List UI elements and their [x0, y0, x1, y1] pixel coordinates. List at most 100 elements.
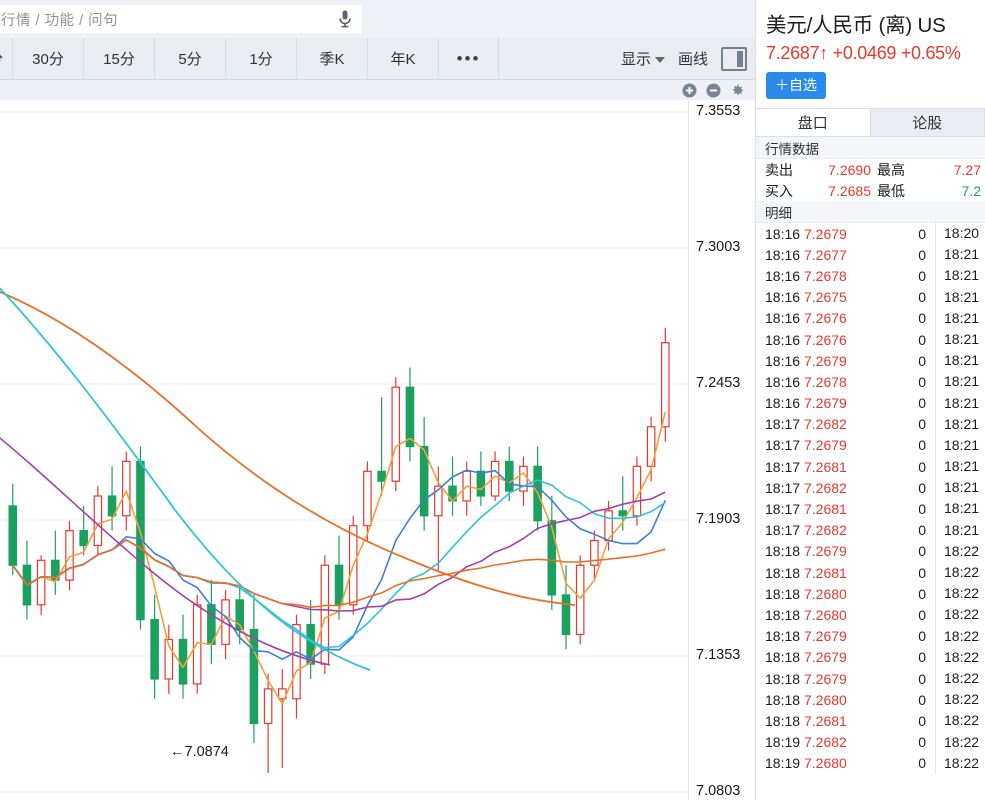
detail-section-header: 明细: [756, 201, 985, 223]
tick-time: 18:16: [756, 289, 804, 305]
candlestick-chart[interactable]: 7.35537.30037.24537.19037.13537.0803 ←7.…: [0, 100, 755, 800]
tick-price: 7.2679: [804, 353, 866, 369]
price-axis: 7.35537.30037.24537.19037.13537.0803: [690, 100, 755, 800]
trade-tick-row[interactable]: 18:197.2680018:22: [756, 753, 985, 774]
period-tab-year-k[interactable]: 年K: [368, 38, 439, 79]
period-tab-0[interactable]: 0分: [0, 38, 13, 79]
trade-tick-row[interactable]: 18:167.2679018:21: [756, 350, 985, 371]
tick-price: 7.2680: [804, 586, 866, 602]
tab-orderbook[interactable]: 盘口: [756, 109, 871, 136]
tick-price: 7.2676: [804, 310, 866, 326]
tick-time: 18:18: [756, 565, 804, 581]
tick-volume: 0: [866, 416, 926, 432]
tick-time: 18:19: [756, 755, 804, 771]
search-input[interactable]: 行情 / 功能 / 问句: [0, 5, 362, 33]
trade-tick-row[interactable]: 18:167.2678018:21: [756, 371, 985, 392]
period-tab-quarter-k[interactable]: 季K: [297, 38, 368, 79]
display-menu[interactable]: 显示: [621, 48, 665, 69]
zoom-in-icon[interactable]: [682, 83, 697, 98]
trade-tick-row[interactable]: 18:167.2676018:21: [756, 329, 985, 350]
zoom-out-icon[interactable]: [706, 83, 721, 98]
tick-price: 7.2676: [804, 332, 866, 348]
tick-price: 7.2682: [804, 480, 866, 496]
tick-volume: 0: [866, 501, 926, 517]
period-tab-1m[interactable]: 1分: [226, 38, 297, 79]
add-to-watchlist-button[interactable]: ＋自选: [766, 72, 826, 99]
tick-price: 7.2678: [804, 268, 866, 284]
trade-tick-list[interactable]: 18:167.2679018:2018:167.2677018:2118:167…: [756, 223, 985, 774]
period-tab-15m[interactable]: 15分: [84, 38, 155, 79]
trade-tick-row[interactable]: 18:187.2679018:22: [756, 647, 985, 668]
trade-tick-row[interactable]: 18:187.2679018:22: [756, 626, 985, 647]
trade-tick-row[interactable]: 18:177.2682018:21: [756, 414, 985, 435]
tick-price: 7.2679: [804, 226, 866, 242]
tab-discussion[interactable]: 论股: [871, 109, 985, 136]
high-value: 7.27: [909, 162, 985, 178]
trade-tick-row[interactable]: 18:177.2681018:21: [756, 456, 985, 477]
search-bar: 行情 / 功能 / 问句: [0, 0, 755, 38]
tick-time: 18:17: [756, 522, 804, 538]
microphone-icon[interactable]: [337, 9, 353, 29]
current-price: 7.2687↑ +0.0469 +0.65%: [766, 43, 985, 64]
tick-time-secondary: 18:21: [935, 520, 985, 541]
display-menu-label: 显示: [621, 48, 651, 69]
trade-tick-row[interactable]: 18:167.2679018:21: [756, 393, 985, 414]
tick-volume: 0: [866, 734, 926, 750]
period-tab-5m[interactable]: 5分: [155, 38, 226, 79]
panel-layout-icon[interactable]: [721, 47, 747, 71]
trade-tick-row[interactable]: 18:167.2676018:21: [756, 308, 985, 329]
panel-tabs: 盘口 论股: [756, 108, 985, 137]
trade-tick-row[interactable]: 18:167.2679018:20: [756, 223, 985, 244]
tick-time-secondary: 18:21: [935, 287, 985, 308]
quote-panel: 美元/人民币 (离) US 7.2687↑ +0.0469 +0.65% ＋自选…: [755, 0, 985, 800]
trade-tick-row[interactable]: 18:197.2682018:22: [756, 732, 985, 753]
sell-label: 卖出: [765, 160, 809, 180]
market-row-sell: 卖出 7.2690 最高 7.27: [756, 159, 985, 180]
low-price-annotation: ←7.0874: [170, 744, 229, 760]
trade-tick-row[interactable]: 18:187.2679018:22: [756, 668, 985, 689]
trade-tick-row[interactable]: 18:187.2681018:22: [756, 710, 985, 731]
tick-volume: 0: [866, 522, 926, 538]
tick-price: 7.2677: [804, 247, 866, 263]
tick-time: 18:16: [756, 374, 804, 390]
tick-time-secondary: 18:22: [935, 753, 985, 774]
gear-icon[interactable]: [730, 83, 745, 98]
price-axis-tick: 7.1903: [696, 511, 740, 527]
trade-tick-row[interactable]: 18:187.2679018:22: [756, 541, 985, 562]
trade-tick-row[interactable]: 18:177.2681018:21: [756, 498, 985, 519]
trade-tick-row[interactable]: 18:177.2682018:21: [756, 477, 985, 498]
tick-price: 7.2679: [804, 437, 866, 453]
tick-volume: 0: [866, 543, 926, 559]
tick-volume: 0: [866, 353, 926, 369]
trade-tick-row[interactable]: 18:167.2678018:21: [756, 265, 985, 286]
period-tab-more[interactable]: •••: [439, 38, 499, 79]
tick-volume: 0: [866, 607, 926, 623]
tick-time-secondary: 18:22: [935, 732, 985, 753]
tick-volume: 0: [866, 565, 926, 581]
trade-tick-row[interactable]: 18:177.2679018:21: [756, 435, 985, 456]
tick-time-secondary: 18:22: [935, 689, 985, 710]
chart-canvas: [0, 100, 755, 800]
trade-tick-row[interactable]: 18:187.2680018:22: [756, 583, 985, 604]
trade-tick-row[interactable]: 18:167.2677018:21: [756, 244, 985, 265]
draw-line-button[interactable]: 画线: [678, 48, 708, 69]
tick-price: 7.2675: [804, 289, 866, 305]
tick-volume: 0: [866, 628, 926, 644]
trade-tick-row[interactable]: 18:177.2682018:21: [756, 520, 985, 541]
tick-volume: 0: [866, 713, 926, 729]
tick-time-secondary: 18:21: [935, 244, 985, 265]
chevron-down-icon: [655, 57, 665, 63]
trade-tick-row[interactable]: 18:167.2675018:21: [756, 287, 985, 308]
tick-price: 7.2680: [804, 755, 866, 771]
trade-tick-row[interactable]: 18:187.2681018:22: [756, 562, 985, 583]
tick-time: 18:16: [756, 226, 804, 242]
tick-price: 7.2682: [804, 734, 866, 750]
tick-volume: 0: [866, 692, 926, 708]
trade-tick-row[interactable]: 18:187.2680018:22: [756, 689, 985, 710]
period-tab-30m[interactable]: 30分: [13, 38, 84, 79]
tick-time-secondary: 18:22: [935, 562, 985, 583]
tick-time-secondary: 18:21: [935, 477, 985, 498]
tick-time-secondary: 18:21: [935, 435, 985, 456]
chart-toolbar: [0, 80, 755, 100]
trade-tick-row[interactable]: 18:187.2680018:22: [756, 604, 985, 625]
